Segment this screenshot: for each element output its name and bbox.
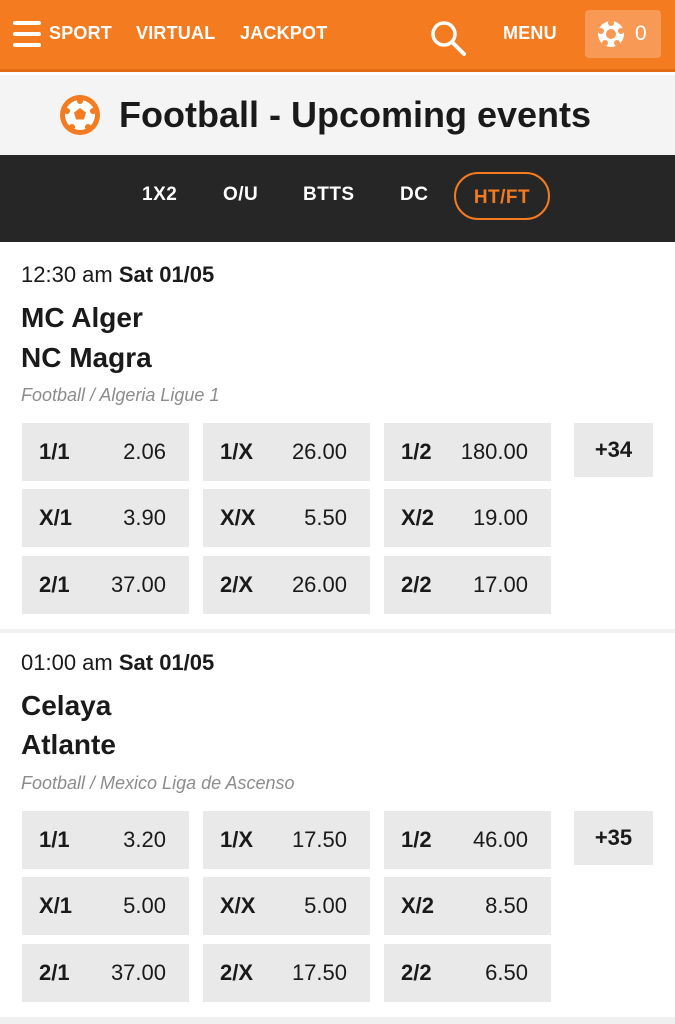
odd-button[interactable]: 2/X 17.50 <box>203 944 370 1002</box>
odd-label: 2/2 <box>401 960 432 985</box>
ball-icon <box>598 20 624 47</box>
tab-btts[interactable]: BTTS <box>303 184 355 206</box>
odd-value: 17.50 <box>291 827 347 852</box>
odd-value: 3.90 <box>123 505 166 530</box>
betslip-count: 0 <box>635 22 647 45</box>
event-date: Sat 01/05 <box>118 650 215 675</box>
odd-label: X/1 <box>39 893 73 918</box>
more-markets-button[interactable]: +35 <box>574 811 653 865</box>
league-label: Football / Algeria Ligue 1 <box>21 385 220 405</box>
away-team[interactable]: Atlante <box>21 729 116 761</box>
odd-button[interactable]: X/1 5.00 <box>22 877 189 935</box>
title-bar: Football - Upcoming events <box>0 75 675 155</box>
odd-button[interactable]: 2/1 37.00 <box>22 556 189 614</box>
odd-label: 1/2 <box>401 827 432 852</box>
odd-button[interactable]: 1/X 17.50 <box>203 811 370 869</box>
more-markets-button[interactable]: +34 <box>574 423 653 477</box>
tab-1x2[interactable]: 1X2 <box>142 184 177 206</box>
nav-virtual[interactable]: VIRTUAL <box>136 23 215 44</box>
market-tabs: 1X2 O/U BTTS DC HT/FT <box>0 155 675 242</box>
odd-value: 3.20 <box>123 827 166 852</box>
odd-button[interactable]: 1/X 26.00 <box>203 423 370 481</box>
event-time-value: 12:30 am <box>21 262 113 287</box>
odd-value: 8.50 <box>485 893 528 918</box>
odd-value: 26.00 <box>291 572 347 597</box>
nav-sport[interactable]: SPORT <box>49 23 112 44</box>
odd-button[interactable]: 2/2 17.00 <box>384 556 551 614</box>
odd-value: 37.00 <box>110 572 166 597</box>
odd-label: X/2 <box>401 505 435 530</box>
odd-button[interactable]: X/2 19.00 <box>384 489 551 547</box>
odd-label: 2/X <box>220 572 254 597</box>
odd-value: 19.00 <box>472 505 528 530</box>
odd-button[interactable]: X/1 3.90 <box>22 489 189 547</box>
odd-label: 1/X <box>220 827 254 852</box>
event-divider <box>0 1017 675 1024</box>
top-bar: SPORT VIRTUAL JACKPOT MENU 0 <box>0 0 675 72</box>
odd-button[interactable]: X/X 5.00 <box>203 877 370 935</box>
odd-value: 26.00 <box>291 439 347 464</box>
odd-value: 5.00 <box>123 893 166 918</box>
league-label: Football / Mexico Liga de Ascenso <box>21 773 295 793</box>
odd-label: 1/2 <box>401 439 432 464</box>
odd-button[interactable]: 2/1 37.00 <box>22 944 189 1002</box>
tab-htft[interactable]: HT/FT <box>454 172 550 220</box>
odd-label: X/1 <box>39 505 73 530</box>
away-team[interactable]: NC Magra <box>21 342 152 374</box>
odd-label: 2/1 <box>39 572 70 597</box>
odd-button[interactable]: 1/1 2.06 <box>22 423 189 481</box>
odd-value: 5.00 <box>304 893 347 918</box>
odd-value: 180.00 <box>460 439 528 464</box>
odd-button[interactable]: 1/2 180.00 <box>384 423 551 481</box>
odd-label: X/2 <box>401 893 435 918</box>
event-card: 01:00 am Sat 01/05 Celaya Atlante Footba… <box>0 630 675 1020</box>
tab-dc[interactable]: DC <box>400 184 428 206</box>
betslip-button[interactable]: 0 <box>585 10 661 58</box>
page-title: Football - Upcoming events <box>119 94 592 135</box>
odd-label: 1/X <box>220 439 254 464</box>
nav-jackpot[interactable]: JACKPOT <box>240 23 327 44</box>
odd-label: 2/1 <box>39 960 70 985</box>
event-card: 12:30 am Sat 01/05 MC Alger NC Magra Foo… <box>0 242 675 630</box>
odd-label: 2/X <box>220 960 254 985</box>
odd-value: 37.00 <box>110 960 166 985</box>
odd-label: X/X <box>220 505 256 530</box>
odd-value: 5.50 <box>304 505 347 530</box>
hamburger-icon[interactable] <box>13 21 41 47</box>
event-time: 12:30 am Sat 01/05 <box>21 262 214 288</box>
odd-button[interactable]: X/X 5.50 <box>203 489 370 547</box>
odd-value: 17.50 <box>291 960 347 985</box>
odd-label: 1/1 <box>39 439 70 464</box>
odd-value: 6.50 <box>485 960 528 985</box>
odd-value: 17.00 <box>472 572 528 597</box>
odd-value: 46.00 <box>472 827 528 852</box>
search-icon[interactable] <box>428 18 468 58</box>
home-team[interactable]: MC Alger <box>21 302 143 334</box>
menu-button[interactable]: MENU <box>503 23 557 44</box>
event-time: 01:00 am Sat 01/05 <box>21 650 214 676</box>
odd-button[interactable]: 1/1 3.20 <box>22 811 189 869</box>
odd-button[interactable]: 1/2 46.00 <box>384 811 551 869</box>
odd-button[interactable]: X/2 8.50 <box>384 877 551 935</box>
odd-label: X/X <box>220 893 256 918</box>
event-time-value: 01:00 am <box>21 650 113 675</box>
home-team[interactable]: Celaya <box>21 690 111 722</box>
football-icon <box>60 95 100 135</box>
odd-label: 1/1 <box>39 827 70 852</box>
tab-ou[interactable]: O/U <box>223 184 258 206</box>
event-date: Sat 01/05 <box>118 262 215 287</box>
odd-value: 2.06 <box>123 439 166 464</box>
odd-button[interactable]: 2/X 26.00 <box>203 556 370 614</box>
odd-button[interactable]: 2/2 6.50 <box>384 944 551 1002</box>
odd-label: 2/2 <box>401 572 432 597</box>
